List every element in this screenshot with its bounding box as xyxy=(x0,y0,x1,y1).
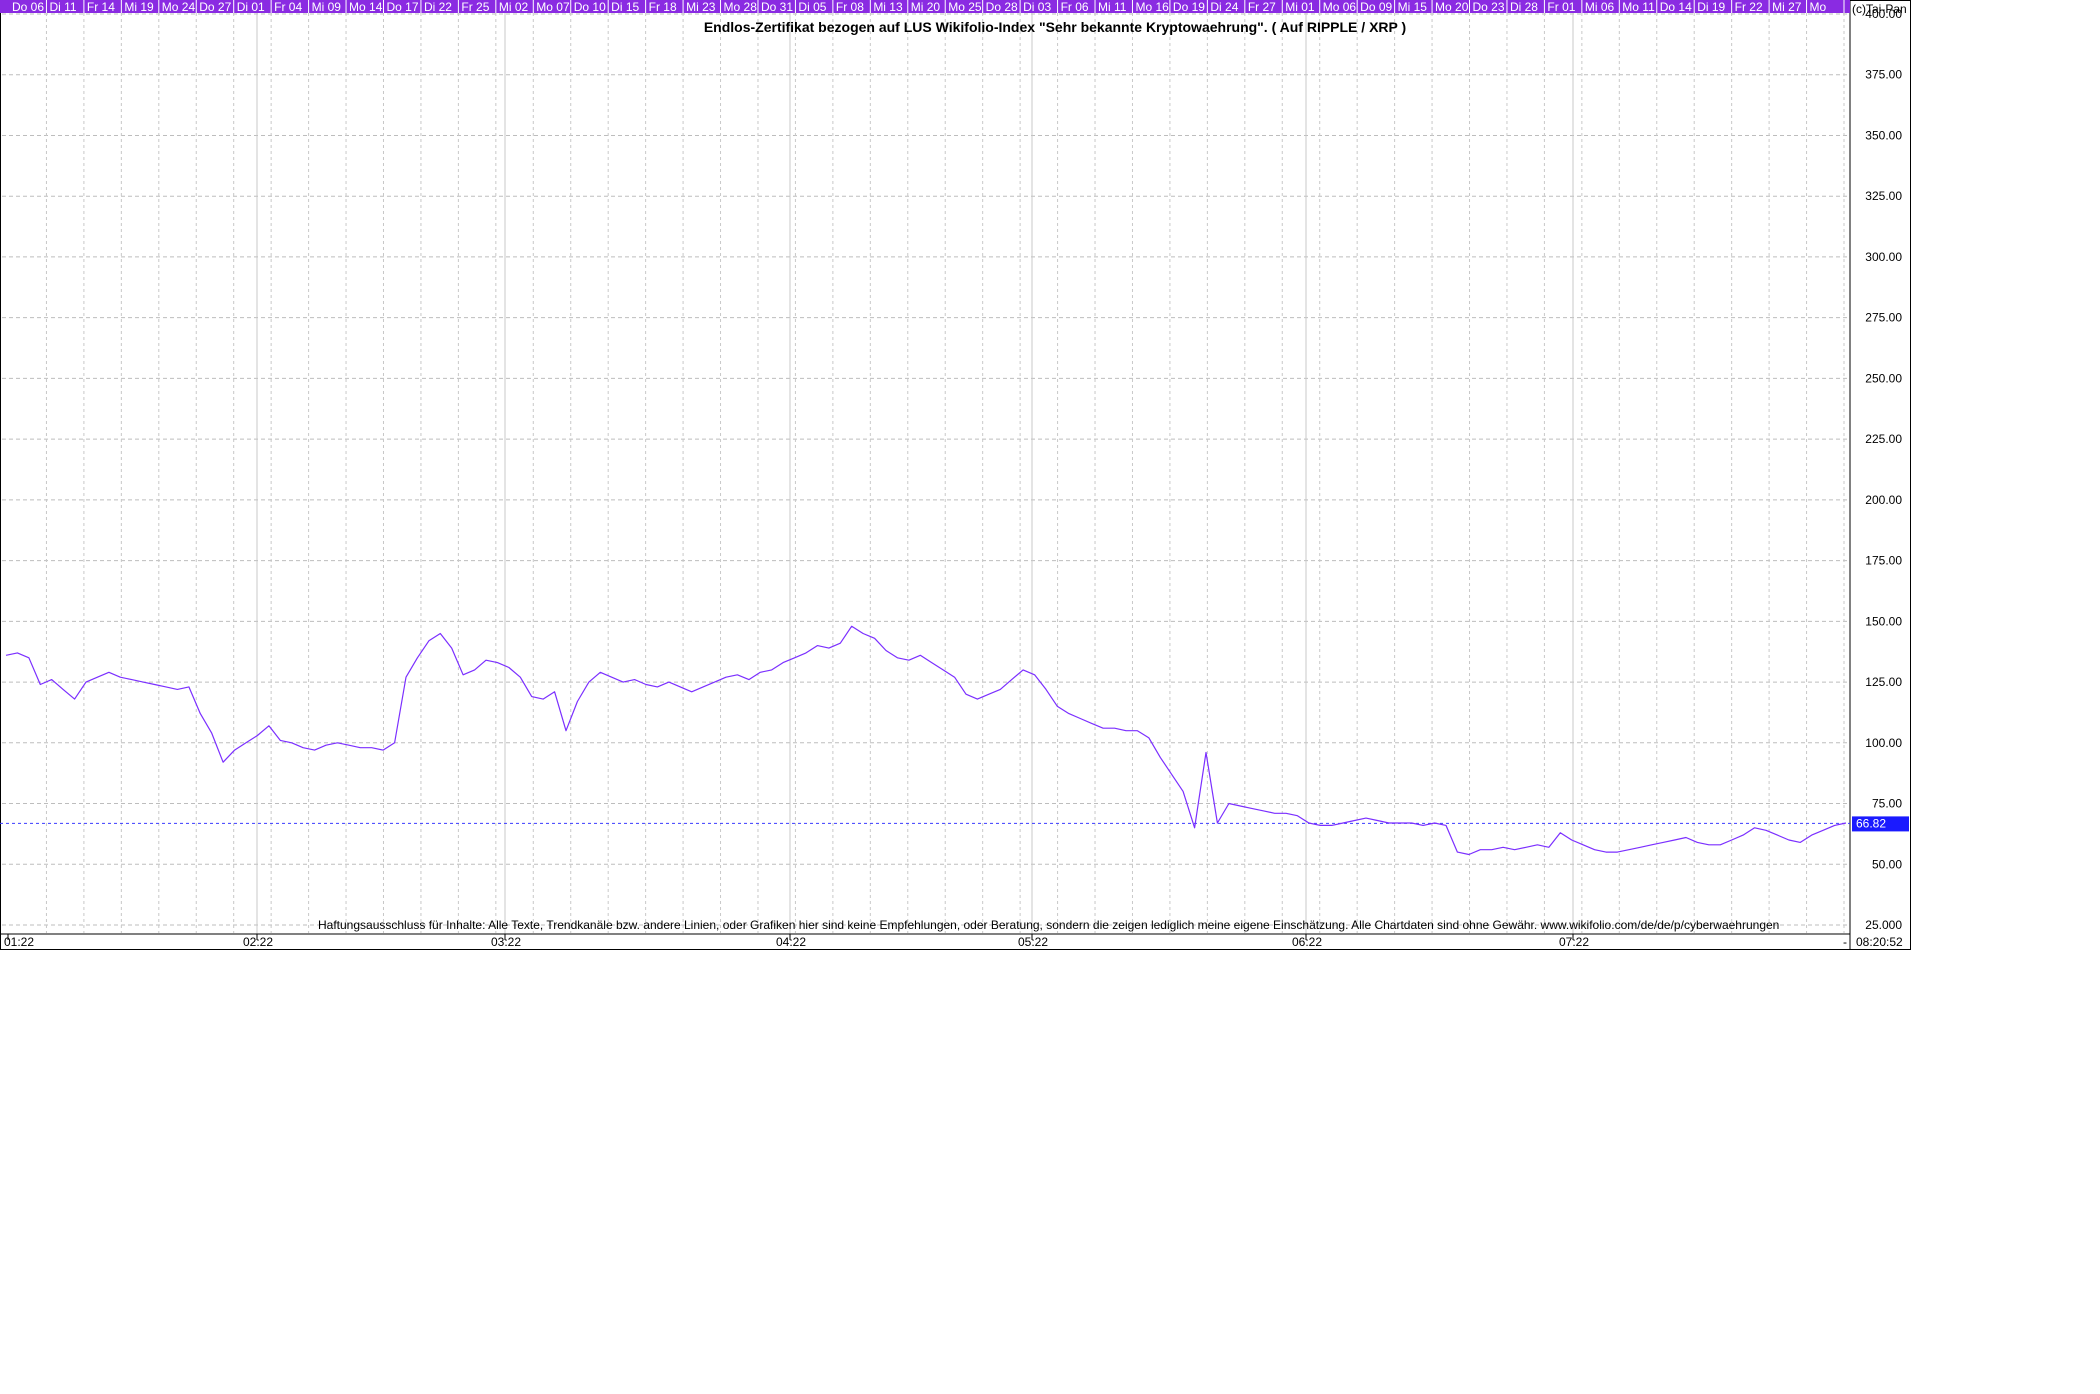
chart-title: Endlos-Zertifikat bezogen auf LUS Wikifo… xyxy=(704,19,1406,35)
disclaimer-text: Haftungsausschluss für Inhalte: Alle Tex… xyxy=(318,918,1779,932)
last-value-label: 66.82 xyxy=(1856,816,1886,830)
x-tick-label: 05:22 xyxy=(1018,935,1048,949)
day-ticks-row: Do 06 Di 11 Fr 14 Mi 19 Mo 24 Do 27 Di 01 Fr 04… xyxy=(0,0,1850,14)
day-tick-label: Do 06 xyxy=(12,0,44,14)
axis-dash: - xyxy=(1843,935,1847,949)
day-tick-label: Mo 20 xyxy=(1435,0,1469,14)
day-tick-label: Mo 07 xyxy=(536,0,570,14)
day-tick-label: Mo 24 xyxy=(162,0,196,14)
y-tick-label: 250.00 xyxy=(1865,371,1902,385)
day-tick-label: Di 28 xyxy=(1510,0,1538,14)
day-tick-label: Do 17 xyxy=(386,0,418,14)
day-tick-label: Mo 14 xyxy=(349,0,383,14)
day-tick-label: Di 19 xyxy=(1697,0,1725,14)
y-tick-label: 275.00 xyxy=(1865,311,1902,325)
day-tick-label: Di 24 xyxy=(1210,0,1238,14)
x-tick-label: 02:22 xyxy=(243,935,273,949)
day-tick-label: Fr 27 xyxy=(1248,0,1276,14)
day-tick-label: Di 01 xyxy=(237,0,265,14)
day-tick-label: Mi 01 xyxy=(1285,0,1315,14)
day-tick-label: Fr 22 xyxy=(1735,0,1763,14)
day-tick-label: Fr 08 xyxy=(836,0,864,14)
day-tick-label: Mi 27 xyxy=(1772,0,1802,14)
x-tick-label: 07:22 xyxy=(1559,935,1589,949)
y-tick-label: 375.00 xyxy=(1865,68,1902,82)
day-tick-label: Fr 25 xyxy=(461,0,489,14)
x-tick-label: 04:22 xyxy=(776,935,806,949)
day-tick-label: Mi 15 xyxy=(1398,0,1428,14)
day-tick-label: Mi 11 xyxy=(1098,0,1127,14)
y-tick-label: 25.000 xyxy=(1865,918,1902,932)
y-tick-label: 300.00 xyxy=(1865,250,1902,264)
day-tick-label: Mi 02 xyxy=(499,0,529,14)
y-tick-label: 50.00 xyxy=(1872,857,1902,871)
day-tick-label: Do 09 xyxy=(1360,0,1392,14)
day-tick-label: Mi 20 xyxy=(911,0,941,14)
day-tick-label: Di 22 xyxy=(424,0,452,14)
y-tick-label: 125.00 xyxy=(1865,675,1902,689)
day-tick-label: Fr 06 xyxy=(1061,0,1089,14)
day-tick-label: Do 27 xyxy=(199,0,231,14)
day-tick-label: Mi 23 xyxy=(686,0,716,14)
day-tick-label: Mo xyxy=(1810,0,1827,14)
day-tick-label: Mi 06 xyxy=(1585,0,1615,14)
day-tick-label: Do 31 xyxy=(761,0,793,14)
day-tick-label: Di 15 xyxy=(611,0,639,14)
y-tick-label: 325.00 xyxy=(1865,189,1902,203)
y-tick-label: 175.00 xyxy=(1865,554,1902,568)
x-tick-label: 01:22 xyxy=(4,935,34,949)
time-label: 08:20:52 xyxy=(1856,935,1903,949)
day-tick-label: Do 23 xyxy=(1473,0,1505,14)
price-chart: Do 06 Di 11 Fr 14 Mi 19 Mo 24 Do 27 Di 01 Fr 04… xyxy=(0,0,2100,1394)
day-tick-label: Di 05 xyxy=(798,0,826,14)
y-tick-label: 225.00 xyxy=(1865,432,1902,446)
day-tick-label: Fr 04 xyxy=(274,0,302,14)
y-tick-label: 150.00 xyxy=(1865,614,1902,628)
day-tick-label: Do 14 xyxy=(1660,0,1692,14)
day-tick-label: Do 10 xyxy=(574,0,606,14)
y-tick-label: 100.00 xyxy=(1865,736,1902,750)
day-tick-label: Mo 06 xyxy=(1323,0,1357,14)
y-tick-label: 350.00 xyxy=(1865,128,1902,142)
y-tick-label: 400.00 xyxy=(1865,7,1902,21)
day-tick-label: Di 03 xyxy=(1023,0,1051,14)
y-tick-label: 75.00 xyxy=(1872,797,1902,811)
day-tick-label: Mo 11 xyxy=(1622,0,1655,14)
day-tick-label: Mi 09 xyxy=(312,0,342,14)
chart-background xyxy=(0,0,2100,1394)
day-tick-label: Mo 28 xyxy=(724,0,758,14)
day-tick-label: Fr 18 xyxy=(649,0,677,14)
day-tick-label: Mi 13 xyxy=(873,0,903,14)
day-tick-label: Do 28 xyxy=(986,0,1018,14)
day-tick-label: Di 11 xyxy=(49,0,76,14)
x-tick-label: 06:22 xyxy=(1292,935,1322,949)
day-tick-label: Mi 19 xyxy=(124,0,154,14)
day-tick-label: Do 19 xyxy=(1173,0,1205,14)
day-tick-label: Fr 14 xyxy=(87,0,115,14)
y-tick-label: 200.00 xyxy=(1865,493,1902,507)
x-tick-label: 03:22 xyxy=(491,935,521,949)
day-tick-label: Mo 25 xyxy=(948,0,982,14)
day-tick-label: Mo 16 xyxy=(1135,0,1169,14)
day-tick-label: Fr 01 xyxy=(1547,0,1575,14)
